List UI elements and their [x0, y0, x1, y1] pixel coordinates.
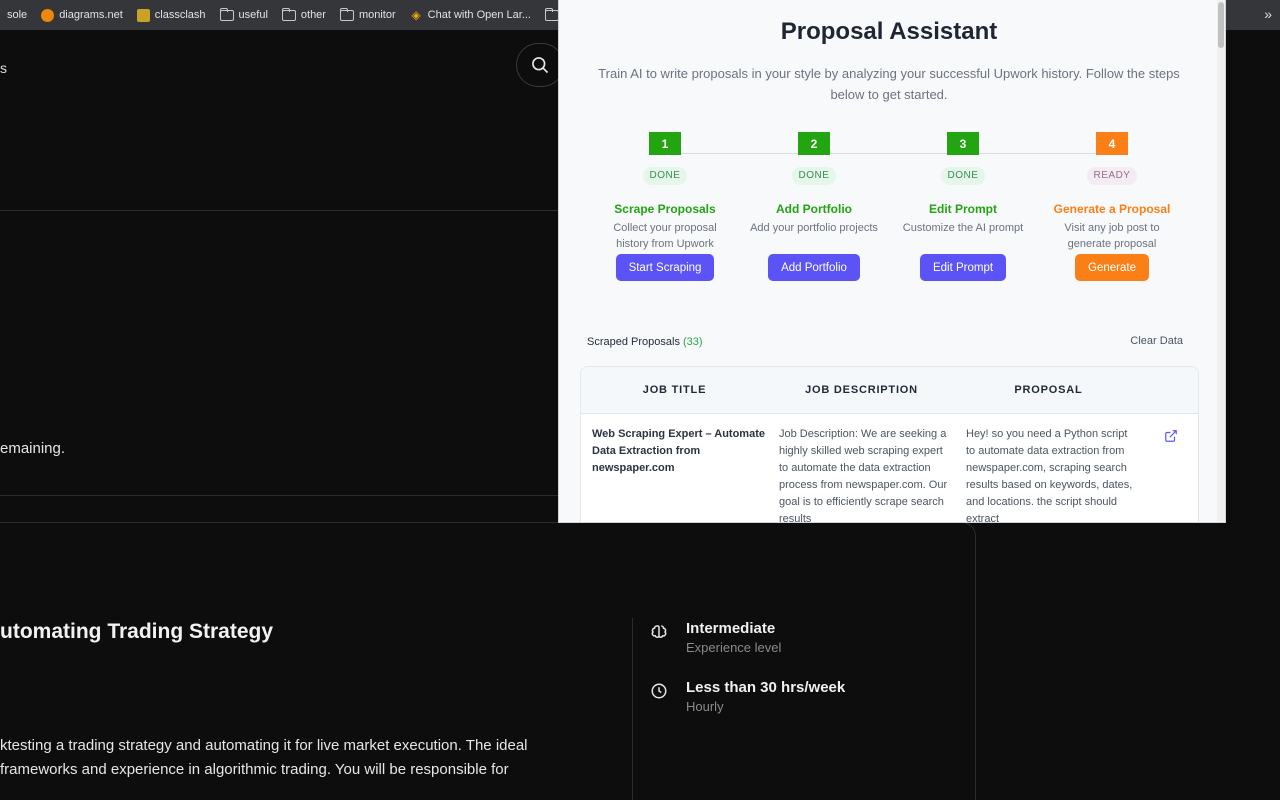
- folder-icon: [281, 7, 296, 21]
- step-number: 3: [947, 132, 979, 155]
- divider: [0, 210, 560, 211]
- generate-button[interactable]: Generate: [1075, 254, 1149, 281]
- step-3: 3 DONE Edit Prompt Customize the AI prom…: [893, 132, 1033, 281]
- table-header: JOB TITLE JOB DESCRIPTION PROPOSAL: [581, 367, 1198, 414]
- step-description: Visit any job post to generate proposal: [1064, 222, 1160, 250]
- bookmark-folder-useful[interactable]: useful: [213, 0, 275, 30]
- folder-icon: [219, 7, 234, 21]
- scraped-proposals-label: Scraped Proposals: [587, 336, 680, 348]
- classclash-icon: [136, 8, 150, 22]
- bookmark-label: Chat with Open Lar...: [427, 9, 531, 21]
- bookmark-label: useful: [238, 9, 268, 21]
- step-name: Add Portfolio: [776, 202, 852, 216]
- step-description: Customize the AI prompt: [902, 222, 1024, 234]
- bookmark-folder-other[interactable]: other: [275, 0, 333, 30]
- remaining-text: emaining.: [0, 440, 66, 457]
- chat-icon: ◈: [411, 7, 421, 22]
- clear-data-button[interactable]: Clear Data: [1130, 335, 1183, 347]
- site-logo-fragment[interactable]: s: [0, 60, 7, 76]
- proposals-table: JOB TITLE JOB DESCRIPTION PROPOSAL Web S…: [580, 366, 1199, 522]
- bookmark-label: classclash: [154, 9, 206, 21]
- brain-icon: [651, 625, 667, 638]
- hours-value: Less than 30 hrs/week: [686, 679, 846, 696]
- step-status-badge: DONE: [791, 167, 837, 185]
- step-name: Generate a Proposal: [1053, 202, 1171, 216]
- job-description: ktesting a trading strategy and automati…: [0, 737, 528, 778]
- hours-label: Hourly: [686, 699, 724, 714]
- scraped-proposals-count: (33): [683, 336, 703, 348]
- start-scraping-button[interactable]: Start Scraping: [615, 254, 715, 281]
- add-portfolio-button[interactable]: Add Portfolio: [768, 254, 860, 281]
- row-job-title: Web Scraping Expert – Automate Data Extr…: [592, 428, 765, 474]
- proposal-assistant-popup: Proposal Assistant Train AI to write pro…: [559, 0, 1225, 522]
- clock-icon: [651, 683, 667, 699]
- step-number: 2: [798, 132, 830, 155]
- search-button[interactable]: [516, 43, 564, 87]
- step-2: 2 DONE Add Portfolio Add your portfolio …: [744, 132, 884, 281]
- step-status-badge: DONE: [642, 167, 688, 185]
- step-4: 4 READY Generate a Proposal Visit any jo…: [1042, 132, 1182, 281]
- step-name: Scrape Proposals: [614, 202, 716, 216]
- popup-scrollbar[interactable]: [1217, 0, 1225, 522]
- job-title[interactable]: utomating Trading Strategy: [0, 620, 273, 644]
- step-number: 1: [649, 132, 681, 155]
- experience-label: Experience level: [686, 640, 782, 655]
- bookmark-label: other: [300, 9, 326, 21]
- row-proposal: Hey! so you need a Python script to auto…: [966, 428, 1133, 522]
- bookmark-chat[interactable]: ◈ Chat with Open Lar...: [403, 0, 538, 30]
- bookmark-label: monitor: [358, 9, 396, 21]
- step-description: Add your portfolio projects: [750, 222, 878, 234]
- step-description: Collect your proposal history from Upwor…: [613, 222, 717, 250]
- step-status-badge: READY: [1086, 167, 1138, 185]
- edit-prompt-button[interactable]: Edit Prompt: [919, 254, 1007, 281]
- hours-per-week: Less than 30 hrs/week Hourly: [650, 679, 845, 714]
- column-header-proposal: PROPOSAL: [1014, 384, 1083, 396]
- experience-level: Intermediate Experience level: [650, 620, 781, 655]
- popup-subtitle: Train AI to write proposals in your styl…: [598, 66, 1180, 102]
- bookmark-classclash[interactable]: classclash: [130, 0, 213, 30]
- folder-icon: [545, 7, 559, 21]
- bookmark-console[interactable]: sole: [0, 0, 34, 30]
- row-job-description: Job Description: We are seeking a highly…: [779, 428, 948, 522]
- external-link-icon[interactable]: [1164, 429, 1178, 443]
- step-name: Edit Prompt: [929, 202, 997, 216]
- bookmark-label: diagrams.net: [59, 9, 123, 21]
- step-number: 4: [1096, 132, 1128, 155]
- step-1: 1 DONE Scrape Proposals Collect your pro…: [595, 132, 735, 281]
- diagrams-icon: [41, 8, 55, 22]
- column-header-job-description: JOB DESCRIPTION: [805, 384, 918, 396]
- scraped-proposals-header: Scraped Proposals (33): [587, 336, 703, 348]
- step-status-badge: DONE: [940, 167, 986, 185]
- bookmarks-overflow-button[interactable]: »: [1264, 0, 1272, 30]
- bookmark-folder-monitor[interactable]: monitor: [333, 0, 403, 30]
- column-header-job-title: JOB TITLE: [642, 384, 707, 396]
- experience-value: Intermediate: [686, 620, 776, 637]
- popup-title: Proposal Assistant: [780, 18, 998, 45]
- bookmark-diagrams[interactable]: diagrams.net: [34, 0, 130, 30]
- table-row[interactable]: Web Scraping Expert – Automate Data Extr…: [581, 414, 1198, 522]
- divider: [0, 495, 560, 496]
- bookmark-label: sole: [7, 9, 28, 21]
- search-icon: [532, 57, 549, 74]
- vertical-divider: [632, 618, 633, 800]
- folder-icon: [339, 7, 354, 21]
